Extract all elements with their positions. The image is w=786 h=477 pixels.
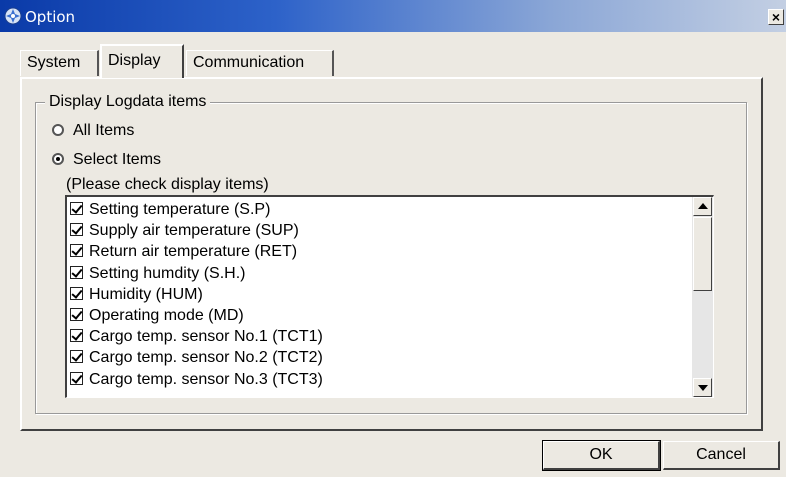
list-item[interactable]: Operating mode (MD) xyxy=(70,306,323,327)
item-label: Supply air temperature (SUP) xyxy=(89,222,299,240)
checkbox-checked-icon[interactable] xyxy=(70,265,83,279)
list-item[interactable]: Cargo temp. sensor No.1 (TCT1) xyxy=(70,327,323,348)
checkbox-checked-icon[interactable] xyxy=(70,202,83,215)
checkbox-checked-icon[interactable] xyxy=(70,286,83,300)
app-icon xyxy=(4,7,22,25)
item-label: Humidity (HUM) xyxy=(89,285,203,303)
tab-display[interactable]: Display xyxy=(100,44,184,78)
scroll-thumb[interactable] xyxy=(693,217,712,291)
checkbox-checked-icon[interactable] xyxy=(70,329,83,343)
group-legend: Display Logdata items xyxy=(45,93,211,111)
item-label: Setting humdity (S.H.) xyxy=(89,264,246,282)
close-icon: × xyxy=(771,9,781,25)
checkbox-checked-icon[interactable] xyxy=(70,350,83,364)
item-label: Return air temperature (RET) xyxy=(89,243,298,261)
list-item[interactable]: Cargo temp. sensor No.3 (TCT3) xyxy=(70,370,323,391)
radio-all-items[interactable]: All Items xyxy=(52,122,134,140)
window-title: Option xyxy=(25,8,76,26)
item-label: Cargo temp. sensor No.3 (TCT3) xyxy=(89,370,323,388)
scroll-up-button[interactable] xyxy=(693,197,712,216)
item-label: Operating mode (MD) xyxy=(89,306,244,324)
scroll-down-button[interactable] xyxy=(693,378,712,397)
ok-button[interactable]: OK xyxy=(542,440,661,471)
vertical-scrollbar[interactable] xyxy=(692,197,713,397)
item-label: Cargo temp. sensor No.2 (TCT2) xyxy=(89,349,323,367)
checkbox-checked-icon[interactable] xyxy=(70,223,83,237)
arrow-down-icon xyxy=(698,385,708,391)
close-button[interactable]: × xyxy=(768,9,784,25)
cancel-button[interactable]: Cancel xyxy=(663,441,780,470)
tab-label: Display xyxy=(108,52,161,69)
list-items: Setting temperature (S.P) Supply air tem… xyxy=(70,200,323,391)
checkbox-checked-icon[interactable] xyxy=(70,307,83,321)
item-label: Cargo temp. sensor No.1 (TCT1) xyxy=(89,328,323,346)
radio-label: All Items xyxy=(73,122,135,139)
checkbox-checked-icon[interactable] xyxy=(70,244,83,258)
tab-system[interactable]: System xyxy=(20,50,99,76)
instruction-text: (Please check display items) xyxy=(66,176,269,193)
radio-icon xyxy=(52,124,64,136)
list-item[interactable]: Cargo temp. sensor No.2 (TCT2) xyxy=(70,348,323,369)
item-label: Setting temperature (S.P) xyxy=(89,201,271,218)
arrow-up-icon xyxy=(698,203,708,209)
items-listbox[interactable]: Setting temperature (S.P) Supply air tem… xyxy=(65,195,714,398)
tab-label: System xyxy=(27,54,81,71)
list-item[interactable]: Setting humdity (S.H.) xyxy=(70,264,323,285)
radio-selected-icon xyxy=(52,153,64,165)
list-item[interactable]: Humidity (HUM) xyxy=(70,285,323,306)
list-item[interactable]: Supply air temperature (SUP) xyxy=(70,221,323,242)
radio-label: Select Items xyxy=(73,151,162,168)
title-bar: Option × xyxy=(0,0,786,32)
tab-label: Communication xyxy=(193,54,305,71)
checkbox-checked-icon[interactable] xyxy=(70,371,83,385)
tab-communication[interactable]: Communication xyxy=(186,50,334,76)
list-item[interactable]: Setting temperature (S.P) xyxy=(70,200,323,221)
radio-select-items[interactable]: Select Items xyxy=(52,151,161,169)
list-item[interactable]: Return air temperature (RET) xyxy=(70,242,323,263)
